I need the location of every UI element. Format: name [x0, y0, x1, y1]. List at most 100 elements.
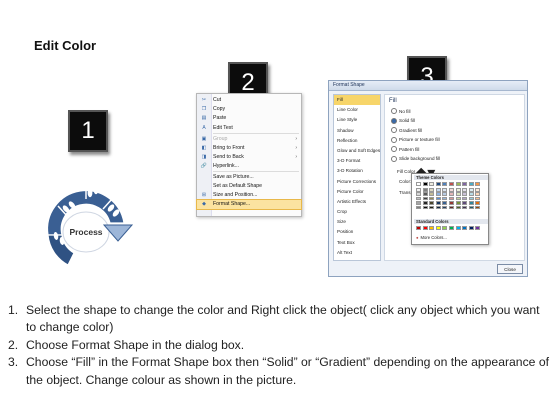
dialog-sidebar-item[interactable]: Shadow	[334, 126, 380, 136]
color-swatch[interactable]	[416, 196, 421, 201]
color-swatch[interactable]	[468, 182, 474, 186]
color-swatch[interactable]	[429, 201, 435, 205]
color-swatch[interactable]	[455, 226, 461, 230]
dialog-sidebar-item[interactable]: Fill	[334, 95, 380, 106]
color-swatch[interactable]	[435, 196, 441, 201]
fill-option-radio[interactable]: Pattern fill	[391, 146, 419, 152]
more-colors-item[interactable]: ● More Colors...	[416, 235, 447, 240]
fill-option-radio[interactable]: Slide background fill	[391, 155, 440, 162]
color-swatch[interactable]	[455, 196, 461, 201]
color-swatch[interactable]	[416, 192, 421, 196]
color-swatch[interactable]	[475, 201, 481, 205]
color-swatch[interactable]	[442, 192, 448, 196]
color-swatch[interactable]	[455, 205, 461, 210]
color-swatch[interactable]	[429, 188, 435, 192]
color-swatch[interactable]	[462, 188, 468, 192]
dialog-sidebar-item[interactable]: 3-D Format	[334, 156, 380, 166]
fill-option-radio[interactable]: Solid fill	[391, 117, 415, 124]
color-swatch[interactable]	[448, 196, 454, 201]
context-menu-item[interactable]: ◧ Bring to Front ›	[197, 144, 301, 153]
color-swatch[interactable]	[442, 196, 448, 201]
fill-option-radio[interactable]: Gradient fill	[391, 127, 422, 133]
color-swatch[interactable]	[448, 205, 454, 210]
color-swatch[interactable]	[435, 192, 441, 196]
context-menu-item[interactable]: Set as Default Shape	[197, 182, 301, 191]
dialog-sidebar-item[interactable]: 3-D Rotation	[334, 166, 380, 176]
color-swatch[interactable]	[448, 226, 454, 230]
color-swatch[interactable]	[468, 205, 474, 210]
color-swatch[interactable]	[422, 182, 428, 186]
dialog-sidebar-item[interactable]: Artistic Effects	[334, 197, 380, 207]
color-swatch[interactable]	[429, 192, 435, 196]
dialog-sidebar-item[interactable]: Picture Corrections	[334, 177, 380, 187]
color-swatch[interactable]	[429, 226, 435, 230]
context-menu-item[interactable]: ❐ Copy	[197, 105, 301, 114]
color-swatch[interactable]	[475, 192, 481, 196]
context-menu-item[interactable]: ◨ Send to Back ›	[197, 153, 301, 162]
color-swatch[interactable]	[468, 226, 474, 230]
color-swatch[interactable]	[416, 188, 421, 192]
color-swatch[interactable]	[416, 205, 421, 210]
color-swatch[interactable]	[422, 205, 428, 210]
color-swatch[interactable]	[442, 182, 448, 186]
color-swatch[interactable]	[455, 192, 461, 196]
dialog-sidebar-item[interactable]: Line Color	[334, 105, 380, 115]
context-menu-item[interactable]: 🔗 Hyperlink...	[197, 162, 301, 171]
process-shape-graphic[interactable]: Process	[28, 163, 140, 275]
color-swatch[interactable]	[468, 188, 474, 192]
color-swatch[interactable]	[416, 182, 421, 186]
color-swatch[interactable]	[455, 188, 461, 192]
dialog-sidebar-item[interactable]: Glow and Soft Edges	[334, 146, 380, 156]
color-swatch[interactable]	[442, 205, 448, 210]
color-swatch[interactable]	[429, 205, 435, 210]
context-menu-item[interactable]: ◆ Format Shape...	[196, 199, 302, 210]
dialog-sidebar-item[interactable]: Reflection	[334, 136, 380, 146]
context-menu-item[interactable]: ▣ Group ›	[197, 134, 301, 143]
close-button[interactable]: Close	[497, 264, 523, 274]
dialog-sidebar-item[interactable]: Crop	[334, 207, 380, 217]
dialog-sidebar-item[interactable]: Size	[334, 217, 380, 227]
context-menu-item[interactable]: ⊞ Size and Position...	[197, 191, 301, 200]
color-swatch[interactable]	[462, 182, 468, 186]
dialog-sidebar-item[interactable]: Line Style	[334, 115, 380, 125]
color-swatch[interactable]	[442, 201, 448, 205]
color-swatch[interactable]	[462, 196, 468, 201]
context-menu-item[interactable]: ▤ Paste	[197, 114, 301, 123]
color-swatch[interactable]	[416, 201, 421, 205]
context-menu-item[interactable]: ✂ Cut	[197, 96, 301, 105]
color-swatch[interactable]	[429, 196, 435, 201]
color-swatch[interactable]	[442, 226, 448, 230]
color-swatch[interactable]	[475, 205, 481, 210]
color-swatch[interactable]	[468, 196, 474, 201]
color-swatch[interactable]	[422, 201, 428, 205]
color-swatch[interactable]	[455, 182, 461, 186]
color-swatch[interactable]	[435, 182, 441, 186]
color-swatch[interactable]	[448, 182, 454, 186]
color-swatch[interactable]	[442, 188, 448, 192]
color-swatch[interactable]	[475, 226, 481, 230]
dialog-sidebar-item[interactable]: Alt Text	[334, 248, 380, 258]
color-swatch[interactable]	[422, 226, 428, 230]
dialog-sidebar-item[interactable]: Text Box	[334, 238, 380, 248]
color-swatch[interactable]	[435, 205, 441, 210]
color-swatch[interactable]	[448, 192, 454, 196]
color-swatch[interactable]	[468, 201, 474, 205]
color-swatch[interactable]	[435, 226, 441, 230]
color-swatch[interactable]	[468, 192, 474, 196]
color-swatch[interactable]	[462, 226, 468, 230]
color-swatch[interactable]	[429, 182, 435, 186]
color-swatch[interactable]	[462, 205, 468, 210]
color-swatch[interactable]	[462, 192, 468, 196]
color-swatch[interactable]	[462, 201, 468, 205]
dialog-sidebar-item[interactable]: Position	[334, 227, 380, 237]
color-swatch[interactable]	[416, 226, 421, 230]
color-swatch[interactable]	[435, 188, 441, 192]
color-swatch[interactable]	[422, 188, 428, 192]
color-swatch[interactable]	[448, 201, 454, 205]
context-menu-item[interactable]: Save as Picture...	[197, 173, 301, 182]
color-swatch[interactable]	[422, 196, 428, 201]
color-swatch[interactable]	[455, 201, 461, 205]
color-swatch[interactable]	[448, 188, 454, 192]
color-swatch[interactable]	[475, 188, 481, 192]
color-swatch[interactable]	[422, 192, 428, 196]
